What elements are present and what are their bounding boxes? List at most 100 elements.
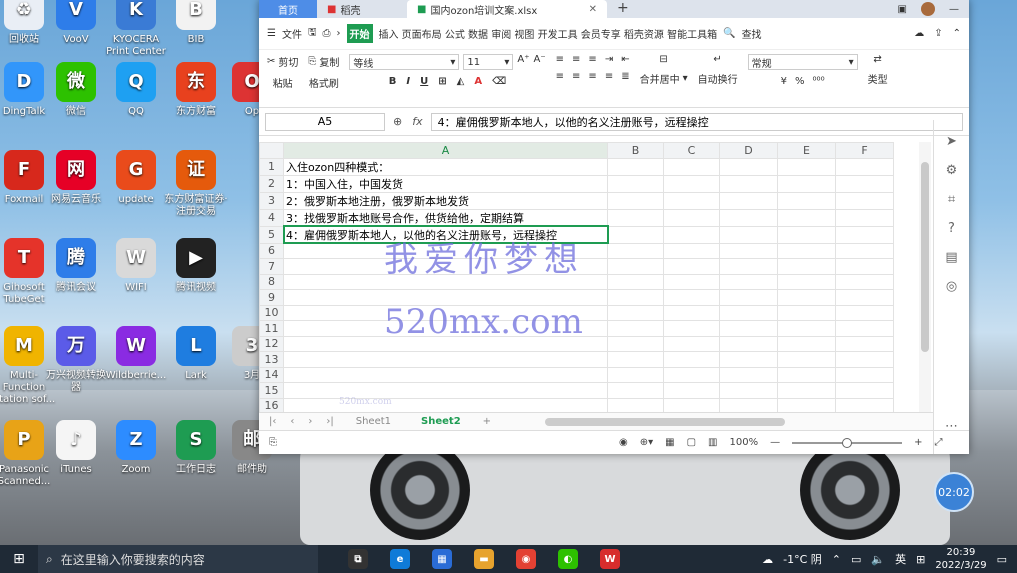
fill-color-icon[interactable]: ◭ — [457, 76, 465, 87]
align-center-icon[interactable]: ≡ — [572, 71, 580, 82]
cell[interactable] — [719, 335, 778, 352]
desktop-icon[interactable]: W WIFI — [104, 238, 168, 294]
notification-icon[interactable]: ▭ — [997, 553, 1007, 566]
cell[interactable] — [835, 335, 894, 352]
eye-icon[interactable]: ◉ — [619, 437, 628, 448]
cell[interactable] — [719, 208, 778, 227]
cursor-icon[interactable]: ➤ — [946, 134, 957, 149]
cell[interactable] — [607, 225, 664, 244]
first-sheet-icon[interactable]: |‹ — [269, 416, 276, 427]
prev-sheet-icon[interactable]: ‹ — [290, 416, 294, 427]
format-painter-button[interactable]: 格式刷 — [309, 75, 339, 90]
weather-icon[interactable]: ☁ — [762, 553, 773, 566]
vertical-scrollbar[interactable] — [919, 142, 931, 412]
cell[interactable] — [663, 191, 720, 210]
cell[interactable] — [719, 351, 778, 368]
desktop-icon[interactable]: L Lark — [164, 326, 228, 382]
thousands-icon[interactable]: ⁰⁰⁰ — [813, 76, 825, 87]
paste-button[interactable]: 粘贴 — [273, 75, 293, 90]
row-header[interactable]: 6 — [259, 242, 284, 259]
desktop-icon[interactable]: V VooV — [44, 0, 108, 46]
desktop-icon[interactable]: Q QQ — [104, 62, 168, 118]
type-convert-button[interactable]: 类型 — [868, 71, 888, 86]
percent-icon[interactable]: % — [795, 76, 805, 87]
justify-icon[interactable]: ≡ — [605, 71, 613, 82]
close-tab-icon[interactable]: ✕ — [589, 4, 597, 15]
chevron-up-icon[interactable]: ⌃ — [953, 28, 961, 39]
desktop-icon[interactable]: ▶ 腾讯视频 — [164, 238, 228, 294]
bold-icon[interactable]: B — [389, 76, 397, 87]
zoom-in-icon[interactable]: + — [914, 437, 922, 448]
cell[interactable] — [719, 320, 778, 337]
cell[interactable] — [719, 242, 778, 259]
cell[interactable] — [719, 304, 778, 321]
wechat-icon[interactable]: ◐ — [558, 549, 578, 569]
folder-icon[interactable]: ▬ — [474, 549, 494, 569]
settings-icon[interactable]: ⚙ — [946, 163, 958, 178]
column-header[interactable]: E — [777, 142, 836, 159]
cell[interactable] — [835, 382, 894, 399]
desktop-icon[interactable]: 万万兴视频转换器 — [44, 326, 108, 394]
row-header[interactable]: 7 — [259, 258, 284, 275]
search-label[interactable]: 查找 — [742, 26, 762, 41]
horizontal-scrollbar[interactable] — [545, 417, 786, 426]
desktop-icon[interactable]: ♪ iTunes — [44, 420, 108, 476]
view-mode-icon[interactable]: ⊕▾ — [640, 437, 653, 448]
row-header[interactable]: 15 — [259, 382, 284, 399]
ime-grid-icon[interactable]: ⊞ — [916, 553, 925, 566]
clear-icon[interactable]: ⌫ — [492, 76, 506, 87]
cell[interactable] — [835, 157, 894, 176]
image-icon[interactable]: ▤ — [945, 250, 957, 265]
align-bottom-icon[interactable]: ≡ — [588, 54, 596, 65]
cell[interactable] — [607, 289, 664, 306]
cell[interactable] — [283, 351, 608, 368]
cell[interactable] — [835, 225, 894, 244]
menu-items[interactable]: 插入 页面布局 公式 数据 审阅 视图 开发工具 会员专享 稻壳资源 智能工具箱 — [379, 26, 718, 41]
cell[interactable]: 2：俄罗斯本地注册，俄罗斯本地发货 — [283, 191, 608, 210]
cell[interactable] — [777, 208, 836, 227]
edge-icon[interactable]: e — [390, 549, 410, 569]
cell[interactable] — [663, 157, 720, 176]
menu-start[interactable]: 开始 — [346, 24, 373, 43]
cell[interactable] — [777, 157, 836, 176]
desktop-icon[interactable]: 东东方财富 — [164, 62, 228, 118]
zoom-formula-icon[interactable]: ⊕ — [393, 115, 402, 128]
row-header[interactable]: 8 — [259, 273, 284, 290]
row-header[interactable]: 10 — [259, 304, 284, 321]
cell[interactable] — [607, 273, 664, 290]
desktop-icon[interactable]: S 工作日志 — [164, 420, 228, 476]
menu-file[interactable]: 文件 — [282, 26, 302, 41]
cell[interactable] — [719, 157, 778, 176]
location-icon[interactable]: ◎ — [946, 279, 957, 294]
row-header[interactable]: 3 — [259, 191, 284, 210]
share-icon[interactable]: ⇪ — [934, 28, 942, 39]
desktop-icon[interactable]: 微微信 — [44, 62, 108, 118]
sheet-tab-2[interactable]: Sheet2 — [413, 416, 469, 427]
cell[interactable] — [835, 174, 894, 193]
cell[interactable] — [663, 366, 720, 383]
tab-home[interactable]: 首页 — [259, 0, 317, 18]
cell[interactable] — [663, 174, 720, 193]
zoom-knob[interactable] — [842, 437, 853, 448]
cell[interactable] — [663, 335, 720, 352]
desktop-icon[interactable]: 腾腾讯会议 — [44, 238, 108, 294]
cell[interactable] — [607, 366, 664, 383]
cell[interactable]: 入住ozon四种模式： — [283, 157, 608, 176]
cell[interactable] — [835, 289, 894, 306]
tab-document[interactable]: ■ 国内ozon培训文案.xlsx ✕ — [407, 0, 607, 18]
ime-indicator[interactable]: 英 — [895, 551, 906, 567]
scroll-thumb[interactable] — [921, 162, 929, 352]
font-shrink-icon[interactable]: A⁻ — [534, 54, 546, 70]
add-sheet-icon[interactable]: + — [483, 416, 491, 427]
cell[interactable]: 3：找俄罗斯本地账号合作，供货给他，定期结算 — [283, 208, 608, 227]
column-header[interactable]: B — [607, 142, 664, 159]
align-top-icon[interactable]: ≡ — [556, 54, 564, 65]
cell[interactable] — [835, 258, 894, 275]
cell[interactable] — [835, 366, 894, 383]
column-header[interactable]: D — [719, 142, 778, 159]
name-box[interactable]: A5 — [265, 112, 385, 131]
zoom-out-icon[interactable]: — — [770, 437, 780, 448]
cell[interactable] — [663, 289, 720, 306]
fullscreen-icon[interactable]: ⤢ — [934, 437, 942, 448]
cell[interactable] — [777, 304, 836, 321]
